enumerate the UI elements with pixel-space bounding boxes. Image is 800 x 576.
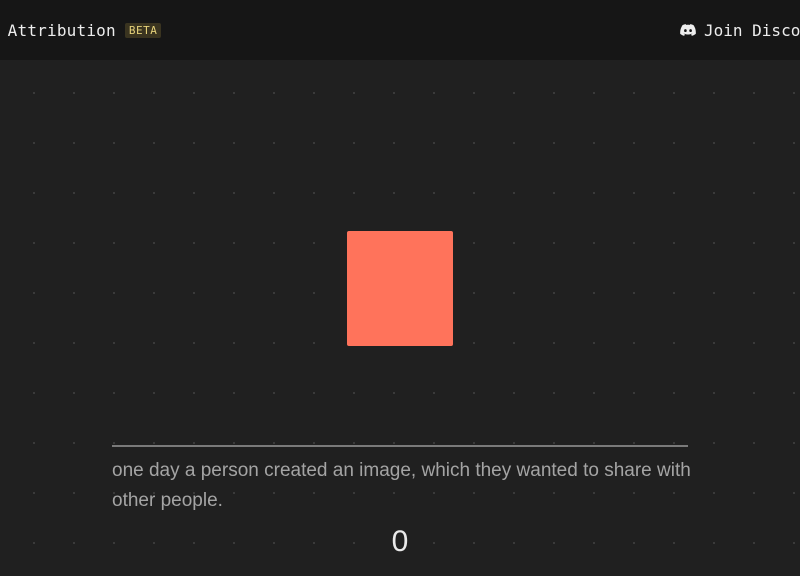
image-square bbox=[347, 231, 453, 346]
top-bar: e Attribution BETA Join Disco bbox=[0, 0, 800, 60]
step-counter: 0 bbox=[391, 525, 409, 558]
beta-badge: BETA bbox=[124, 22, 162, 38]
story-text: one day a person created an image, which… bbox=[112, 460, 691, 511]
app-title: e Attribution bbox=[0, 20, 116, 40]
brand[interactable]: e Attribution BETA bbox=[0, 0, 162, 60]
progress-divider bbox=[112, 445, 688, 447]
join-discord-label: Join Disco bbox=[704, 20, 800, 40]
join-discord-link[interactable]: Join Disco bbox=[680, 0, 800, 60]
discord-icon bbox=[680, 24, 696, 36]
